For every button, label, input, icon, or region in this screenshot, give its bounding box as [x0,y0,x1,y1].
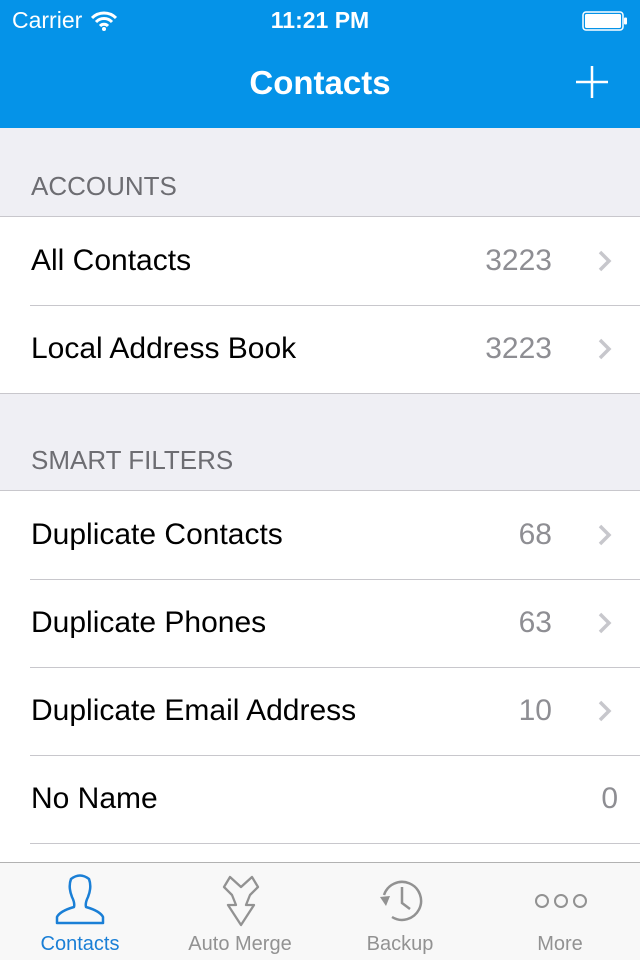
clock: 11:21 PM [270,7,370,33]
section-title: SMART FILTERS [31,445,234,475]
row-label: Local Address Book [31,332,297,365]
tab-auto-merge[interactable]: Auto Merge [160,863,320,960]
tab-contacts[interactable]: Contacts [0,863,160,960]
row-count: 3223 [485,332,552,365]
add-contact-button[interactable] [572,62,612,102]
row-duplicate-phones[interactable]: Duplicate Phones 63 [0,579,640,667]
tab-bar: Contacts Auto Merge Backup More [0,862,640,960]
chevron-right-icon [598,700,612,722]
more-dots-icon [535,894,587,908]
chevron-right-icon [598,524,612,546]
row-count: 3223 [485,244,552,277]
row-local-address-book[interactable]: Local Address Book 3223 [0,305,640,393]
tab-label: More [537,933,583,955]
tab-backup[interactable]: Backup [320,863,480,960]
chevron-right-icon [598,250,612,272]
section-title: ACCOUNTS [31,171,177,201]
tab-label: Contacts [40,933,120,955]
row-label: Duplicate Email Address [31,694,357,727]
row-label: Duplicate Phones [31,606,267,639]
battery-icon [582,11,627,31]
row-label: All Contacts [31,244,192,277]
merge-arrow-icon [222,875,260,927]
row-count: 68 [518,518,552,551]
accounts-group: All Contacts 3223 Local Address Book 322… [0,216,640,394]
chevron-right-icon [598,612,612,634]
smart-filters-group: Duplicate Contacts 68 Duplicate Phones 6… [0,490,640,862]
person-icon [55,874,105,925]
row-count: 10 [518,694,552,727]
row-label: Duplicate Contacts [31,518,283,551]
list-item-partial[interactable] [0,843,640,862]
page-title: Contacts [249,64,391,101]
status-bar: Carrier 11:21 PM [0,0,640,40]
navigation-header: Carrier 11:21 PM Contacts [0,0,640,128]
clock-history-icon [380,880,423,922]
row-count: 63 [518,606,552,639]
row-no-name[interactable]: No Name 0 [0,755,640,843]
section-header-smart-filters: SMART FILTERS [0,394,640,490]
contacts-list[interactable]: ACCOUNTS All Contacts 3223 Local Address… [0,128,640,862]
tab-label: Auto Merge [188,933,292,955]
row-label: No Name [31,782,158,815]
chevron-right-icon [598,338,612,360]
row-count: 0 [601,782,618,815]
tab-more[interactable]: More [480,863,640,960]
section-header-accounts: ACCOUNTS [0,128,640,216]
row-duplicate-email[interactable]: Duplicate Email Address 10 [0,667,640,755]
tab-label: Backup [366,933,434,955]
row-all-contacts[interactable]: All Contacts 3223 [0,217,640,305]
row-duplicate-contacts[interactable]: Duplicate Contacts 68 [0,491,640,579]
